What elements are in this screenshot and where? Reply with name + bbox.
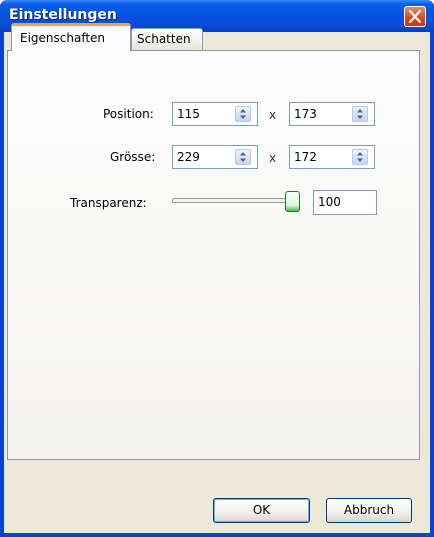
size-label: Grösse: <box>110 150 156 164</box>
transparency-label: Transparenz: <box>70 196 147 210</box>
transparency-value: 100 <box>318 195 341 209</box>
position-y-value: 173 <box>294 107 317 121</box>
position-label: Position: <box>103 107 154 121</box>
position-x-spinner[interactable]: 115 <box>172 102 258 126</box>
ok-button-label: OK <box>252 503 271 517</box>
spin-arrows-icon[interactable] <box>235 149 251 165</box>
spin-arrows-icon[interactable] <box>352 149 368 165</box>
transparency-slider-track[interactable] <box>172 198 296 203</box>
tab-label: Schatten <box>137 32 191 46</box>
size-width-spinner[interactable]: 229 <box>172 145 258 169</box>
transparency-value-field[interactable]: 100 <box>313 190 377 215</box>
position-y-spinner[interactable]: 173 <box>289 102 375 126</box>
close-button[interactable] <box>404 6 426 27</box>
tab-label: Eigenschaften <box>20 31 106 45</box>
size-height-value: 172 <box>294 150 317 164</box>
window-title: Einstellungen <box>9 7 117 23</box>
tab-eigenschaften[interactable]: Eigenschaften <box>11 23 131 51</box>
position-separator: x <box>269 108 277 122</box>
spin-arrows-icon[interactable] <box>235 106 251 122</box>
size-width-value: 229 <box>177 150 200 164</box>
cancel-button[interactable]: Abbruch <box>326 498 412 523</box>
size-height-spinner[interactable]: 172 <box>289 145 375 169</box>
spin-arrows-icon[interactable] <box>352 106 368 122</box>
close-icon <box>409 10 421 23</box>
transparency-slider-thumb[interactable] <box>285 191 300 212</box>
ok-button[interactable]: OK <box>213 498 310 523</box>
size-separator: x <box>269 151 277 165</box>
position-x-value: 115 <box>177 107 200 121</box>
tab-schatten[interactable]: Schatten <box>131 28 203 50</box>
cancel-button-label: Abbruch <box>343 503 395 517</box>
